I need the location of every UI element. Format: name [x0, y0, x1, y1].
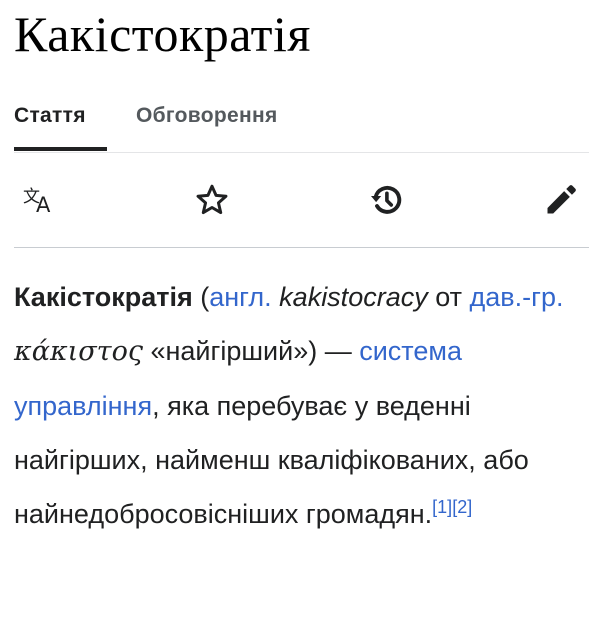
- edit-button[interactable]: [542, 181, 580, 219]
- greek-word: κάκιστος: [14, 336, 143, 367]
- edit-pencil-icon: [547, 185, 576, 214]
- text-segment: «найгірший») —: [142, 336, 360, 366]
- reference-link-1[interactable]: [1]: [432, 497, 452, 517]
- page-title: Какістократія: [14, 6, 311, 62]
- references: [1][2]: [432, 497, 472, 517]
- article-term: Какістократія: [14, 282, 193, 312]
- tab-article[interactable]: Стаття: [14, 102, 107, 151]
- text-segment: (: [192, 282, 210, 312]
- article-intro: Какістократія (англ. kakistocracy от дав…: [14, 270, 594, 541]
- english-word: kakistocracy: [279, 282, 428, 312]
- language-icon: 文 A: [23, 187, 51, 215]
- tab-talk[interactable]: Обговорення: [136, 102, 278, 130]
- link-ancient-greek[interactable]: дав.-гр.: [470, 282, 564, 312]
- language-button[interactable]: 文 A: [20, 181, 58, 219]
- history-icon: [371, 185, 402, 214]
- page-actions-toolbar: 文 A: [14, 153, 589, 248]
- link-english[interactable]: англ.: [209, 282, 271, 312]
- reference-link-2[interactable]: [2]: [452, 497, 472, 517]
- page-tabs: Стаття Обговорення: [14, 100, 589, 153]
- star-icon: [196, 184, 228, 215]
- text-segment: от: [427, 282, 470, 312]
- watch-star-button[interactable]: [193, 181, 231, 219]
- history-button[interactable]: [367, 181, 405, 219]
- svg-text:A: A: [36, 193, 51, 215]
